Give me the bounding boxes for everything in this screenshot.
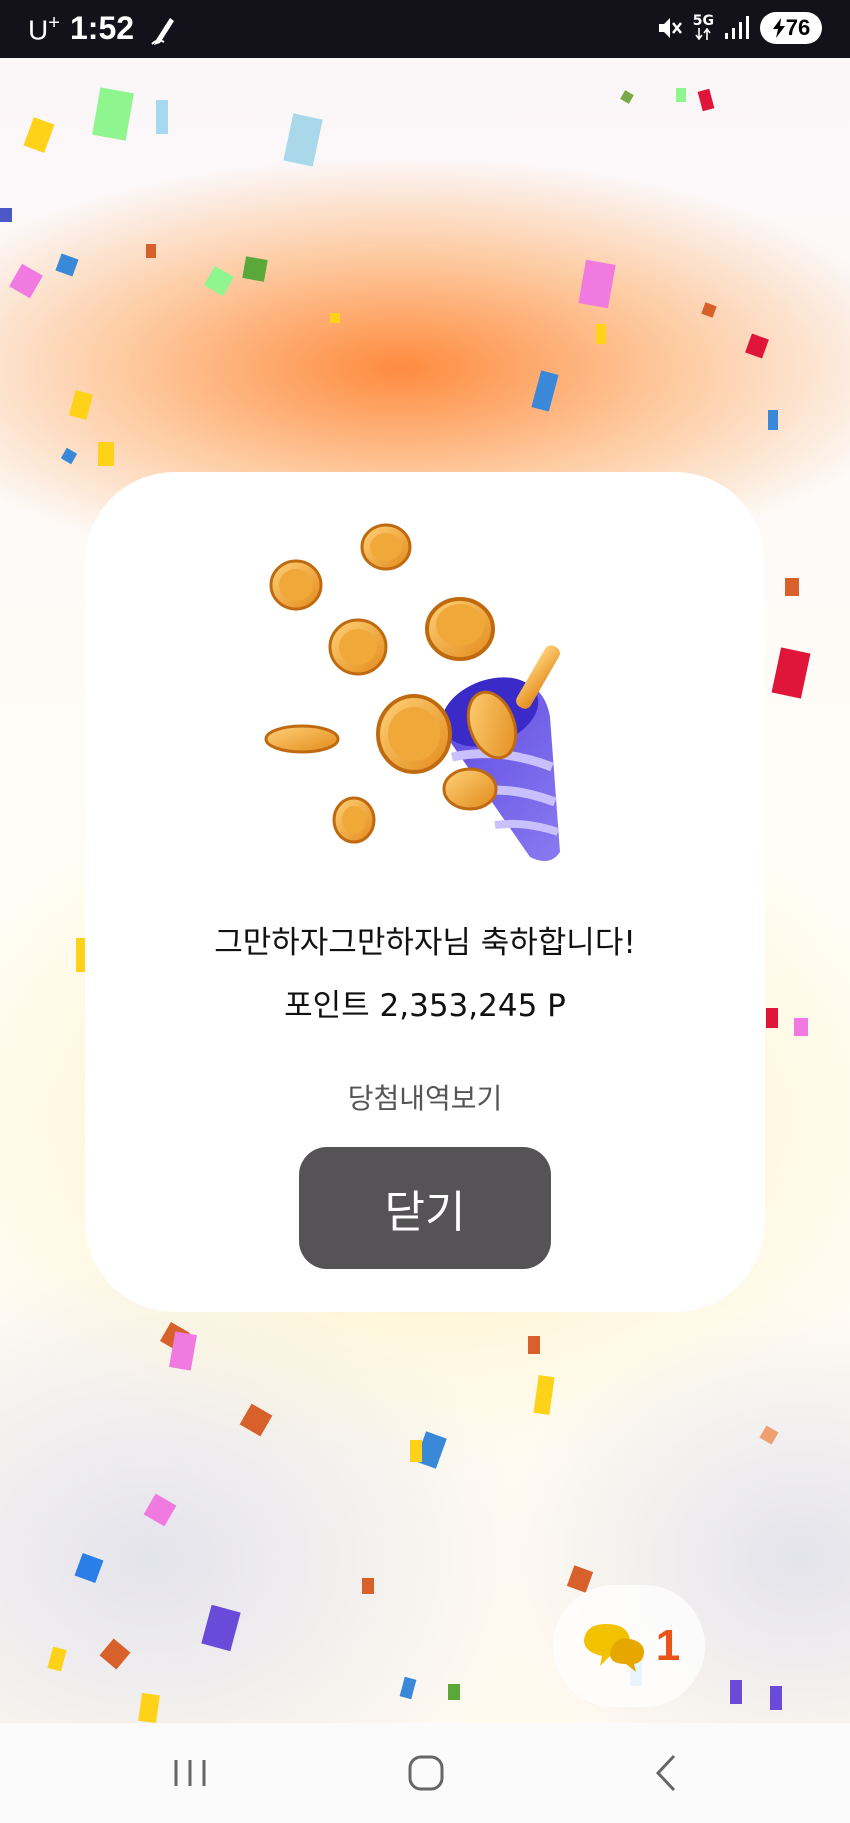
view-win-history-link[interactable]: 당첨내역보기 bbox=[85, 1077, 765, 1117]
clock-time: 1:52 bbox=[70, 10, 135, 46]
status-icons: 5G 76 bbox=[655, 12, 822, 44]
chat-floating-button[interactable]: 1 bbox=[553, 1585, 705, 1707]
home-icon[interactable] bbox=[396, 1748, 456, 1798]
charging-icon bbox=[772, 18, 785, 38]
status-bar: U+ 1:52 5G 76 bbox=[0, 0, 850, 58]
coin-party-popper-illustration bbox=[264, 523, 560, 861]
chat-bubbles-icon bbox=[583, 1624, 644, 1672]
celebration-modal: 그만하자그만하자님 축하합니다! 포인트 2,353,245 P 당첨내역보기 … bbox=[85, 472, 765, 1312]
carrier-label: U+ bbox=[28, 12, 60, 46]
signal-strength-icon bbox=[725, 16, 749, 39]
battery-indicator: 76 bbox=[760, 12, 822, 44]
congratulation-message: 그만하자그만하자님 축하합니다! bbox=[214, 925, 636, 961]
data-arrows-icon bbox=[695, 27, 712, 40]
pen-icon bbox=[151, 18, 174, 45]
mute-icon bbox=[658, 18, 682, 38]
battery-level: 76 bbox=[785, 15, 811, 40]
chat-count-badge: 1 bbox=[655, 1621, 681, 1670]
recent-apps-icon[interactable] bbox=[160, 1748, 220, 1798]
network-type: 5G bbox=[693, 14, 714, 43]
navigation-bar bbox=[0, 1723, 850, 1823]
back-icon[interactable] bbox=[636, 1748, 696, 1798]
points-amount: 포인트 2,353,245 P bbox=[284, 988, 566, 1024]
close-button[interactable]: 닫기 bbox=[299, 1147, 551, 1269]
